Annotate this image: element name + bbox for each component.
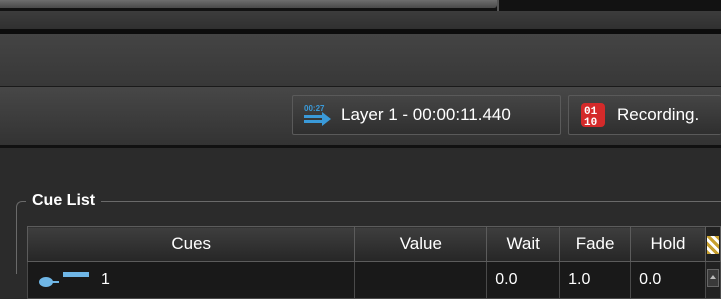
fade-cell[interactable]: 1.0 <box>559 261 632 299</box>
cue-cell[interactable]: 1 <box>26 261 356 299</box>
table-row[interactable]: 1 0.0 1.0 0.0 <box>26 261 721 299</box>
toolbar-row-2 <box>0 34 721 87</box>
wait-cell[interactable]: 0.0 <box>486 261 561 299</box>
scroll-up-arrow-icon[interactable] <box>706 268 719 287</box>
column-header-cues[interactable]: Cues <box>26 226 356 262</box>
top-strip-highlight <box>0 0 497 8</box>
layer-time-label: Layer 1 - 00:00:11.440 <box>341 105 511 124</box>
status-toolbar: 00:27 Layer 1 - 00:00:11.440 01 10 Recor… <box>0 87 721 145</box>
scrollbar[interactable] <box>704 261 721 299</box>
column-header-value[interactable]: Value <box>354 226 488 262</box>
column-settings-icon <box>706 235 719 254</box>
svg-text:00:27: 00:27 <box>304 104 325 113</box>
cue-number: 1 <box>101 271 110 288</box>
value-cell[interactable] <box>354 261 488 299</box>
column-header-fade[interactable]: Fade <box>559 226 632 262</box>
cue-list-title: Cue List <box>26 192 102 210</box>
column-header-hold[interactable]: Hold <box>630 226 706 262</box>
top-strip-edge <box>497 0 499 11</box>
cue-key-icon <box>39 272 89 287</box>
recording-label: Recording. <box>617 105 700 124</box>
recording-button[interactable]: 01 10 Recording. <box>568 95 721 135</box>
svg-text:10: 10 <box>584 117 597 127</box>
layer-time-button[interactable]: 00:27 Layer 1 - 00:00:11.440 <box>292 95 561 135</box>
clock-arrow-icon: 00:27 <box>304 104 331 126</box>
top-strip <box>0 0 721 11</box>
hold-cell[interactable]: 0.0 <box>630 261 706 299</box>
column-header-wait[interactable]: Wait <box>486 226 561 262</box>
column-settings-button[interactable] <box>704 226 721 262</box>
toolbar-row-1 <box>0 11 721 29</box>
record-binary-icon: 01 10 <box>581 103 605 127</box>
cue-table: Cues Value Wait Fade Hold 1 0.0 1.0 0.0 <box>26 226 721 299</box>
table-header-row: Cues Value Wait Fade Hold <box>26 226 721 262</box>
